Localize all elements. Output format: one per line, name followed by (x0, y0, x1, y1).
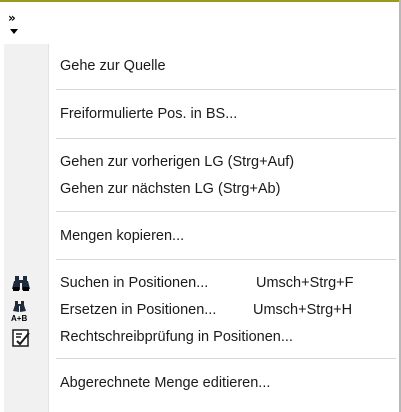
menu-separator (56, 211, 396, 212)
menu-item-spellcheck-positions[interactable]: Rechtschreibprüfung in Positionen... (4, 323, 396, 353)
menu-separator (56, 259, 396, 260)
menu-item-previous-lg[interactable]: Gehen zur vorherigen LG (Strg+Auf) (4, 148, 396, 178)
menu-item-label: Rechtschreibprüfung in Positionen... (60, 329, 293, 345)
context-menu-window: » Gehe zur Quelle Freiformulierte Pos. i… (0, 0, 401, 412)
binoculars-icon (10, 273, 32, 295)
menu-item-label: Mengen kopieren... (60, 228, 185, 244)
menu-item-replace-positions[interactable]: A+B Ersetzen in Positionen... Umsch+Strg… (4, 296, 396, 326)
menu-item-shortcut: Umsch+Strg+H (253, 302, 353, 318)
menu-separator (56, 89, 396, 90)
menu-item-label: Gehen zur vorherigen LG (Strg+Auf) (60, 154, 295, 170)
binoculars-replace-icon: A+B (10, 300, 32, 323)
menu-separator (56, 358, 396, 359)
menu-item-label: Gehe zur Quelle (60, 58, 166, 74)
menu-item-free-positions[interactable]: Freiformulierte Pos. in BS... (4, 100, 396, 130)
menu-item-search-positions[interactable]: Suchen in Positionen... Umsch+Strg+F (4, 269, 396, 299)
menu-item-copy-quantities[interactable]: Mengen kopieren... (4, 222, 396, 252)
svg-text:A+B: A+B (11, 314, 27, 322)
chevron-right-double-icon: » (8, 11, 16, 25)
menu-item-edit-billed-quantity[interactable]: Abgerechnete Menge editieren... (4, 369, 396, 399)
menu-separator (56, 138, 396, 139)
menu-item-label: Freiformulierte Pos. in BS... (60, 106, 238, 122)
toolbar-overflow-button[interactable]: » (8, 11, 26, 36)
menu-item-label: Ersetzen in Positionen... (60, 302, 217, 318)
toolbar-border (0, 0, 401, 2)
dropdown-menu: Gehe zur Quelle Freiformulierte Pos. in … (4, 44, 396, 412)
menu-item-goto-source[interactable]: Gehe zur Quelle (4, 52, 396, 82)
menu-item-next-lg[interactable]: Gehen zur nächsten LG (Strg+Ab) (4, 175, 396, 205)
menu-item-shortcut: Umsch+Strg+F (256, 275, 354, 291)
menu-item-label: Abgerechnete Menge editieren... (60, 375, 271, 391)
spellcheck-icon (10, 327, 32, 349)
dropdown-arrow-icon (10, 29, 18, 34)
menu-item-label: Gehen zur nächsten LG (Strg+Ab) (60, 181, 281, 197)
menu-item-label: Suchen in Positionen... (60, 275, 209, 291)
